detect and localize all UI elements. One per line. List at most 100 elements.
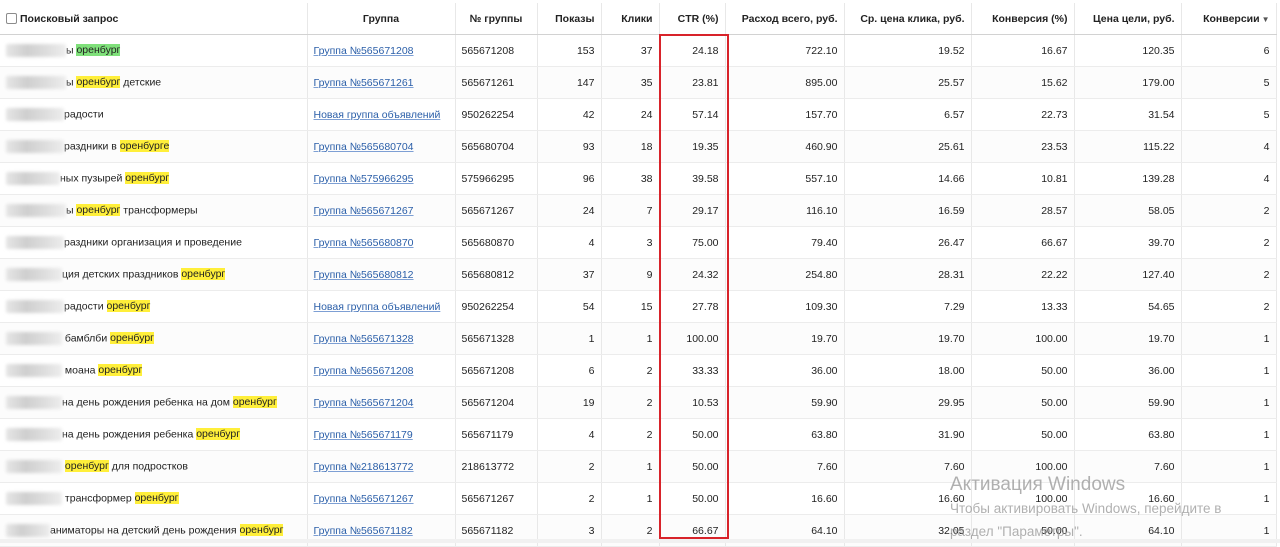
group-id-cell: 565671208 xyxy=(455,354,538,387)
table-row[interactable]: ы оренбург детские Группа №565671261 56567… xyxy=(0,66,1277,99)
impressions-cell: 153 xyxy=(537,34,602,67)
group-link[interactable]: Группа №565680704 xyxy=(314,141,414,153)
group-link[interactable]: Группа №565671208 xyxy=(314,365,414,377)
column-header-conversion-rate[interactable]: Конверсия (%) xyxy=(971,3,1075,35)
table-row[interactable]: ы оренбург Группа №565671208 565671208 153 3… xyxy=(0,34,1277,67)
group-id-cell: 565680704 xyxy=(455,130,538,163)
query-keyword-highlight: оренбург xyxy=(181,268,226,281)
group-link[interactable]: Группа №565671208 xyxy=(314,45,414,57)
conversions-cell: 2 xyxy=(1181,290,1277,323)
column-header-ctr[interactable]: CTR (%) xyxy=(659,3,726,35)
group-cell: Группа №565671261 xyxy=(307,66,456,99)
group-link[interactable]: Группа №565671182 xyxy=(314,525,413,537)
table-row[interactable]: трансформер оренбург Группа №565671267 565… xyxy=(0,482,1277,515)
ctr-cell: 57.14 xyxy=(659,98,726,131)
group-link[interactable]: Новая группа объявлений xyxy=(314,109,441,121)
redacted-text-blur xyxy=(6,460,62,473)
search-query-cell: ных пузырей оренбург xyxy=(0,162,308,195)
query-keyword-highlight: оренбург xyxy=(98,364,143,377)
column-header-label: Группа xyxy=(362,12,400,25)
column-header-goal-price[interactable]: Цена цели, руб. xyxy=(1074,3,1182,35)
group-link[interactable]: Группа №565671328 xyxy=(314,333,414,345)
query-keyword-highlight: оренбург xyxy=(196,428,241,441)
group-link[interactable]: Группа №565680812 xyxy=(314,269,414,281)
group-cell: Группа №565680812 xyxy=(307,258,456,291)
table-row[interactable]: бамблби оренбург Группа №565671328 5656713… xyxy=(0,322,1277,355)
clicks-cell: 1 xyxy=(601,322,660,355)
column-header-label: CTR (%) xyxy=(677,12,719,25)
table-row[interactable]: оренбург для подростков Группа №218613772… xyxy=(0,450,1277,483)
query-text: аниматоры на детский день рождения xyxy=(50,524,240,537)
ctr-cell: 29.17 xyxy=(659,194,726,227)
redacted-text-blur xyxy=(6,44,66,57)
query-text: детские xyxy=(120,76,162,89)
query-text: трансформер xyxy=(62,492,135,505)
table-row[interactable]: радости оренбург Новая группа объявлений 9… xyxy=(0,290,1277,323)
spend-cell: 116.10 xyxy=(725,194,845,227)
query-keyword-highlight: оренбург xyxy=(76,44,121,57)
group-link[interactable]: Группа №565680870 xyxy=(314,237,414,249)
column-header-clicks[interactable]: Клики xyxy=(601,3,660,35)
spend-cell: 36.00 xyxy=(725,354,845,387)
search-query-cell: трансформер оренбург xyxy=(0,482,308,515)
column-header-avg-cpc[interactable]: Ср. цена клика, руб. xyxy=(844,3,972,35)
ctr-cell: 50.00 xyxy=(659,482,726,515)
ctr-cell: 50.00 xyxy=(659,418,726,451)
query-keyword-highlight: оренбург xyxy=(76,76,121,89)
avg-cpc-cell: 16.60 xyxy=(844,482,972,515)
column-header-label: № группы xyxy=(469,12,523,25)
group-link[interactable]: Группа №575966295 xyxy=(314,173,414,185)
horizontal-scrollbar[interactable] xyxy=(0,539,1280,543)
search-query-cell: радости оренбург xyxy=(0,290,308,323)
column-header-impressions[interactable]: Показы xyxy=(537,3,602,35)
table-row[interactable]: ция детских праздников оренбург Группа №5… xyxy=(0,258,1277,291)
group-id-cell: 565671267 xyxy=(455,482,538,515)
avg-cpc-cell: 14.66 xyxy=(844,162,972,195)
clicks-cell: 3 xyxy=(601,226,660,259)
table-row[interactable]: ных пузырей оренбург Группа №575966295 575… xyxy=(0,162,1277,195)
table-row[interactable]: моана оренбург Группа №565671208 565671208… xyxy=(0,354,1277,387)
table-row[interactable]: ы оренбург трансформеры Группа №565671267… xyxy=(0,194,1277,227)
column-header-group-id[interactable]: № группы xyxy=(455,3,538,35)
clicks-cell: 24 xyxy=(601,98,660,131)
query-text: моана xyxy=(62,364,99,377)
conversion-rate-cell: 15.62 xyxy=(971,66,1075,99)
spend-cell: 7.60 xyxy=(725,450,845,483)
select-all-checkbox[interactable] xyxy=(6,12,17,24)
column-header-conversions[interactable]: Конверсии ▼ xyxy=(1181,3,1277,35)
column-header-label: Конверсия (%) xyxy=(992,12,1068,25)
column-header-label: Конверсии xyxy=(1203,12,1260,25)
table-row[interactable]: раздники в оренбурге Группа №565680704 565… xyxy=(0,130,1277,163)
query-keyword-highlight: оренбург xyxy=(64,460,109,473)
goal-price-cell: 139.28 xyxy=(1074,162,1182,195)
group-link[interactable]: Группа №565671261 xyxy=(314,77,414,89)
column-header-group[interactable]: Группа xyxy=(307,3,456,35)
column-header-query[interactable]: Поисковый запрос xyxy=(0,3,308,35)
group-link[interactable]: Группа №565671267 xyxy=(314,205,414,217)
clicks-cell: 7 xyxy=(601,194,660,227)
redacted-text-blur xyxy=(6,268,62,281)
column-header-spend[interactable]: Расход всего, руб. xyxy=(725,3,845,35)
group-link[interactable]: Группа №218613772 xyxy=(314,461,414,473)
ctr-cell: 19.35 xyxy=(659,130,726,163)
impressions-cell: 4 xyxy=(537,226,602,259)
table-row[interactable]: раздники организация и проведение Группа … xyxy=(0,226,1277,259)
clicks-cell: 2 xyxy=(601,386,660,419)
column-header-label: Поисковый запрос xyxy=(20,12,119,25)
sort-desc-icon[interactable]: ▼ xyxy=(1262,15,1270,24)
table-row[interactable]: радости Новая группа объявлений 950262254 4… xyxy=(0,98,1277,131)
group-link[interactable]: Группа №565671204 xyxy=(314,397,414,409)
group-link[interactable]: Группа №565671267 xyxy=(314,493,414,505)
group-link[interactable]: Новая группа объявлений xyxy=(314,301,441,313)
query-text: на день рождения ребенка на дом xyxy=(62,396,233,409)
group-link[interactable]: Группа №565671179 xyxy=(314,429,413,441)
redacted-text-blur xyxy=(6,332,62,345)
table-row[interactable]: на день рождения ребенка оренбург Группа … xyxy=(0,418,1277,451)
search-query-cell: моана оренбург xyxy=(0,354,308,387)
search-query-cell: бамблби оренбург xyxy=(0,322,308,355)
conversions-cell: 1 xyxy=(1181,386,1277,419)
group-id-cell: 565671204 xyxy=(455,386,538,419)
redacted-text-blur xyxy=(6,396,62,409)
table-row[interactable]: на день рождения ребенка на дом оренбург… xyxy=(0,386,1277,419)
conversion-rate-cell: 10.81 xyxy=(971,162,1075,195)
